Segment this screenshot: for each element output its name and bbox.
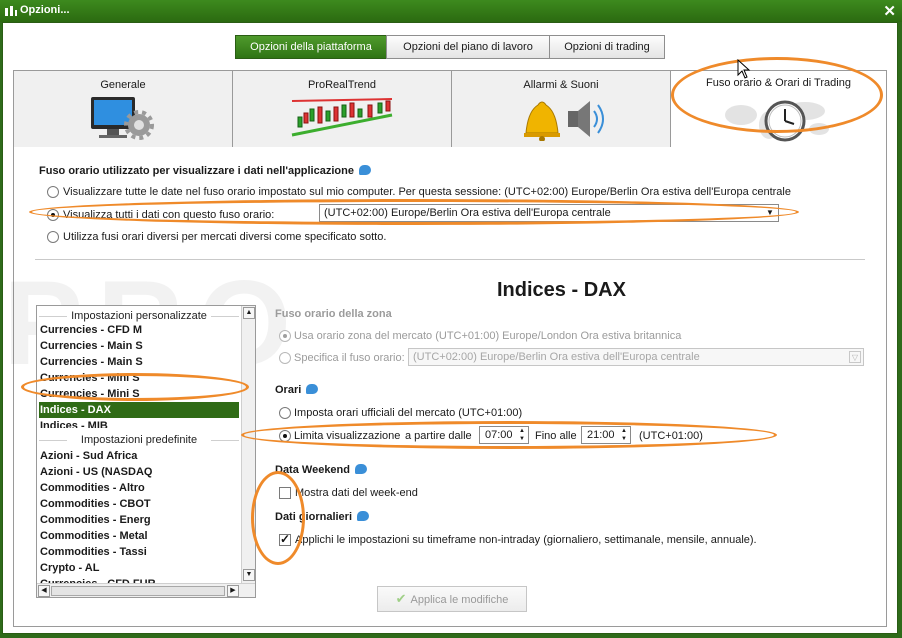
help-icon[interactable] bbox=[357, 511, 370, 521]
scroll-down-icon[interactable]: ▼ bbox=[243, 569, 255, 581]
title-bar: Opzioni... ✕ bbox=[0, 0, 902, 22]
hours-limit-radio[interactable] bbox=[279, 430, 291, 442]
from-time-value: 07:00 bbox=[485, 429, 513, 441]
weekend-section-title: Data Weekend bbox=[275, 464, 367, 476]
list-item[interactable]: Currencies - Mini S bbox=[39, 370, 239, 386]
monitor-gear-icon bbox=[91, 97, 154, 140]
tz-per-market-radio[interactable] bbox=[47, 231, 59, 243]
hours-section-title-text: Orari bbox=[275, 384, 302, 396]
app-icon bbox=[5, 6, 17, 16]
list-group-custom: Impostazioni personalizzate bbox=[39, 309, 239, 323]
tz-fixed-select-value: (UTC+02:00) Europe/Berlin Ora estiva del… bbox=[324, 207, 611, 219]
zone-specify-select-value: (UTC+02:00) Europe/Berlin Ora estiva del… bbox=[413, 351, 700, 363]
tz-fixed-select[interactable]: (UTC+02:00) Europe/Berlin Ora estiva del… bbox=[319, 204, 779, 222]
tab-allarmi-suoni[interactable]: Allarmi & Suoni bbox=[451, 70, 671, 148]
timezone-section-title: Fuso orario utilizzato per visualizzare … bbox=[39, 165, 371, 177]
window-title: Opzioni... bbox=[20, 4, 70, 16]
tab-generale[interactable]: Generale bbox=[13, 70, 233, 148]
tz-computer-radio[interactable] bbox=[47, 186, 59, 198]
apply-changes-button[interactable]: ✔ Applica le modifiche bbox=[377, 586, 527, 612]
daily-section-title: Dati giornalieri bbox=[275, 511, 370, 523]
spin-arrows-icon[interactable]: ▲ ▼ bbox=[517, 427, 527, 443]
timezone-section-title-text: Fuso orario utilizzato per visualizzare … bbox=[39, 165, 354, 177]
chevron-down-icon: ▽ bbox=[849, 351, 861, 363]
help-icon[interactable] bbox=[306, 384, 319, 394]
list-item[interactable]: Currencies - Mini S bbox=[39, 386, 239, 402]
apply-changes-label: Applica le modifiche bbox=[410, 594, 509, 606]
clock-map-icon bbox=[724, 100, 829, 142]
list-item[interactable]: Azioni - Sud Africa bbox=[39, 448, 239, 464]
to-time-spinner[interactable]: 21:00 ▲ ▼ bbox=[581, 426, 631, 444]
check-icon: ✔ bbox=[395, 591, 407, 606]
tab-generale-label: Generale bbox=[100, 79, 146, 91]
section-divider bbox=[35, 259, 865, 260]
hours-timezone-label: (UTC+01:00) bbox=[639, 430, 703, 442]
list-item-selected[interactable]: Indices - DAX bbox=[39, 402, 239, 418]
list-vertical-scrollbar[interactable]: ▲ ▼ bbox=[241, 306, 255, 583]
zone-specify-select[interactable]: (UTC+02:00) Europe/Berlin Ora estiva del… bbox=[408, 348, 864, 366]
list-item[interactable]: Currencies - Main S bbox=[39, 354, 239, 370]
list-horizontal-scrollbar[interactable]: ◀ ▶ bbox=[37, 583, 255, 597]
weekend-section-title-text: Data Weekend bbox=[275, 464, 350, 476]
hours-official-label: Imposta orari ufficiali del mercato (UTC… bbox=[294, 407, 523, 419]
tz-fixed-radio[interactable] bbox=[47, 209, 59, 221]
close-icon[interactable]: ✕ bbox=[883, 2, 896, 20]
chevron-down-icon: ▼ bbox=[766, 208, 774, 217]
zone-specify-radio[interactable] bbox=[279, 352, 291, 364]
list-group-default: Impostazioni predefinite bbox=[39, 433, 239, 447]
tab-allarmi-label: Allarmi & Suoni bbox=[523, 79, 599, 91]
bell-speaker-icon bbox=[524, 101, 604, 141]
workspace-options-button[interactable]: Opzioni del piano di lavoro bbox=[386, 35, 550, 59]
tab-prorealtrend-label: ProRealTrend bbox=[307, 79, 377, 91]
list-item[interactable]: Crypto - AL bbox=[39, 560, 239, 576]
list-item[interactable]: Commodities - Metal bbox=[39, 528, 239, 544]
tz-per-market-label: Utilizza fusi orari diversi per mercati … bbox=[63, 231, 387, 243]
list-item[interactable]: Commodities - CBOT bbox=[39, 496, 239, 512]
hours-official-radio[interactable] bbox=[279, 407, 291, 419]
spin-arrows-icon[interactable]: ▲ ▼ bbox=[619, 427, 629, 443]
hours-limit-label: Limita visualizzazione bbox=[294, 430, 401, 442]
zone-market-radio[interactable] bbox=[279, 330, 291, 342]
zone-specify-label: Specifica il fuso orario: bbox=[294, 352, 405, 364]
weekend-checkbox[interactable] bbox=[279, 487, 291, 499]
tz-fixed-label: Visualizza tutti i dati con questo fuso … bbox=[63, 209, 275, 221]
daily-checkbox[interactable] bbox=[279, 532, 291, 546]
tab-fuso-orario[interactable]: Fuso orario & Orari di Trading bbox=[670, 70, 887, 148]
scroll-right-icon[interactable]: ▶ bbox=[227, 585, 239, 597]
platform-options-button[interactable]: Opzioni della piattaforma bbox=[235, 35, 387, 59]
to-time-value: 21:00 bbox=[587, 429, 615, 441]
to-label: Fino alle bbox=[535, 430, 577, 442]
trading-options-button[interactable]: Opzioni di trading bbox=[549, 35, 665, 59]
weekend-label: Mostra dati del week-end bbox=[295, 487, 418, 499]
list-item[interactable]: Currencies - Main S bbox=[39, 338, 239, 354]
from-time-spinner[interactable]: 07:00 ▲ ▼ bbox=[479, 426, 529, 444]
market-list[interactable]: Impostazioni personalizzate Currencies -… bbox=[36, 305, 256, 598]
scroll-up-icon[interactable]: ▲ bbox=[243, 307, 255, 319]
options-window: Opzioni della piattaforma Opzioni del pi… bbox=[2, 22, 898, 634]
list-item[interactable]: Commodities - Energ bbox=[39, 512, 239, 528]
list-item[interactable]: Currencies - CFD M bbox=[39, 322, 239, 338]
tab-prorealtrend[interactable]: ProRealTrend bbox=[232, 70, 452, 148]
list-item[interactable]: Commodities - Tassi bbox=[39, 544, 239, 560]
trend-chart-icon bbox=[291, 98, 393, 137]
help-icon[interactable] bbox=[358, 165, 371, 175]
tab-fuso-orario-label: Fuso orario & Orari di Trading bbox=[706, 77, 851, 89]
daily-section-title-text: Dati giornalieri bbox=[275, 511, 353, 523]
zone-market-label: Usa orario zona del mercato (UTC+01:00) … bbox=[294, 330, 682, 342]
scroll-thumb[interactable] bbox=[51, 586, 225, 596]
scroll-left-icon[interactable]: ◀ bbox=[38, 585, 50, 597]
daily-label: Applichi le impostazioni su timeframe no… bbox=[295, 534, 757, 546]
market-detail-title: Indices - DAX bbox=[497, 279, 626, 301]
from-label: a partire dalle bbox=[405, 430, 472, 442]
help-icon[interactable] bbox=[355, 464, 367, 474]
list-item[interactable]: Commodities - Altro bbox=[39, 480, 239, 496]
hours-section-title: Orari bbox=[275, 384, 319, 396]
list-item[interactable]: Currencies - CFD FUR bbox=[39, 576, 239, 583]
list-item[interactable]: Azioni - US (NASDAQ bbox=[39, 464, 239, 480]
zone-section-title: Fuso orario della zona bbox=[275, 308, 392, 320]
tz-computer-label: Visualizzare tutte le date nel fuso orar… bbox=[63, 186, 791, 198]
list-item[interactable]: Indices - MIB bbox=[39, 418, 239, 428]
